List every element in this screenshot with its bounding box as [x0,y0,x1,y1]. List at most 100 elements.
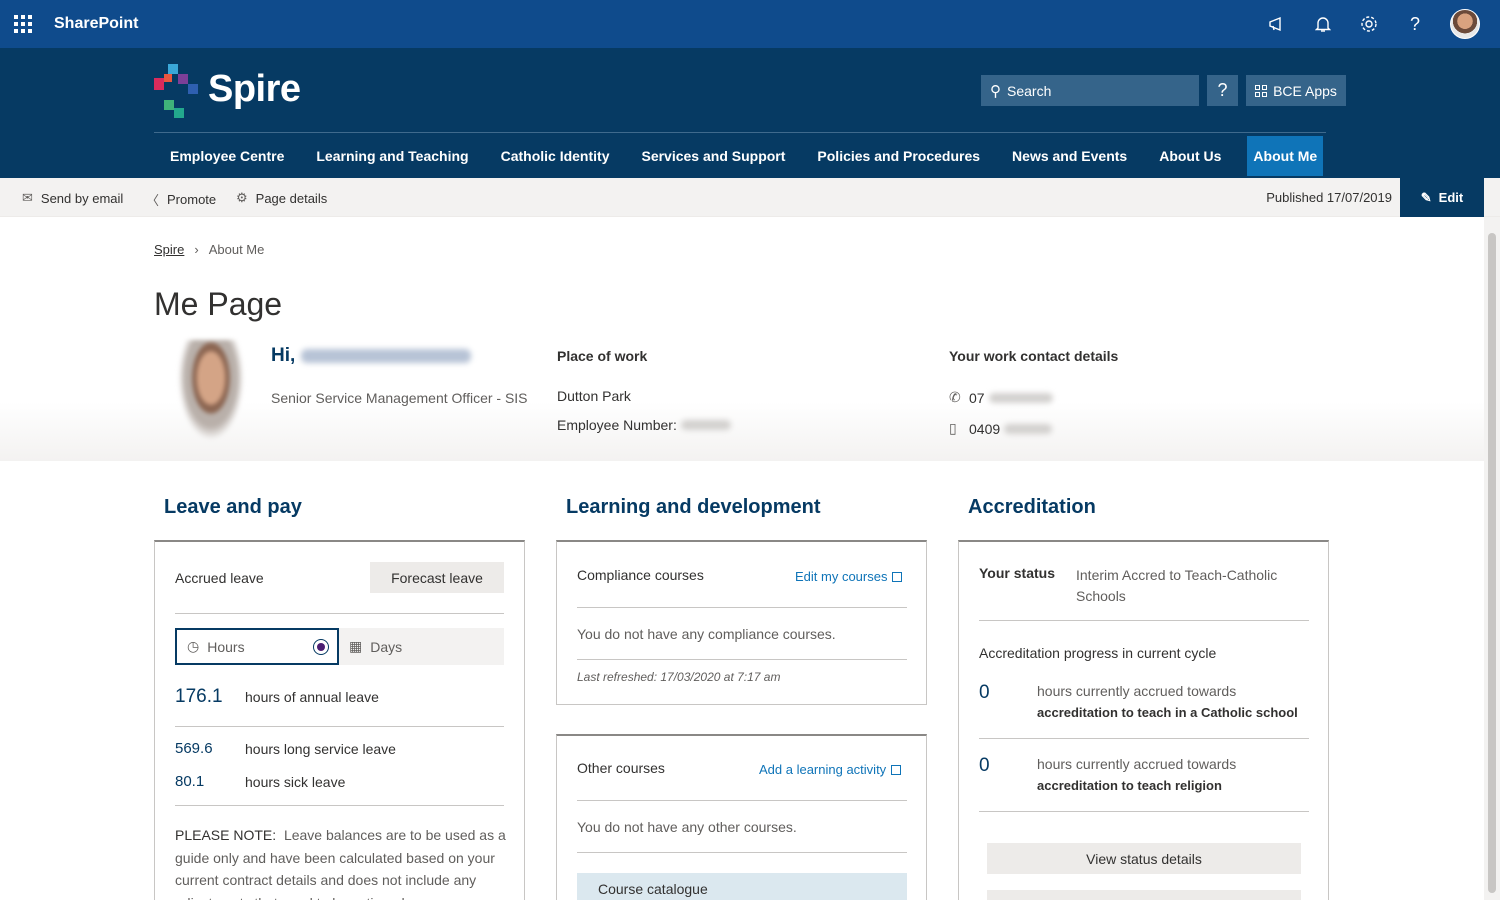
calendar-icon: ▦ [349,638,363,654]
pencil-icon: ✎ [1420,189,1432,205]
site-header: Spire ⚲ Search ? BCE Apps Employee Centr… [0,48,1500,178]
edit-my-courses-link[interactable]: Edit my courses [795,569,903,584]
course-catalogue-button[interactable]: Course catalogue [577,873,907,900]
help-button[interactable]: ? [1207,75,1238,106]
divider [979,738,1309,739]
secondary-button-partial[interactable] [987,890,1301,900]
header-divider [154,132,1326,133]
search-placeholder: Search [1007,82,1052,99]
employee-number-label: Employee Number: [557,417,677,433]
other-courses-heading: Other courses [577,760,665,776]
religion-line1: hours currently accrued towards [1037,756,1237,772]
redacted-mobile [1004,423,1053,434]
megaphone-icon[interactable] [1266,9,1288,39]
avatar[interactable] [1450,9,1480,39]
send-by-email-button[interactable]: ✉ Send by email [22,190,123,206]
profile-photo [178,340,244,440]
units-toggle: ◷ Hours ▦ Days [175,628,504,665]
greeting: Hi, [271,345,472,367]
divider [577,852,907,853]
nav-news-and-events[interactable]: News and Events [996,136,1143,176]
divider [577,607,907,608]
search-input[interactable]: ⚲ Search [981,75,1199,106]
megaphone-icon: 〈 [146,193,160,208]
hours-label: Hours [207,638,245,655]
nav-learning-and-teaching[interactable]: Learning and Teaching [300,136,484,176]
breadcrumb-spire[interactable]: Spire [154,242,184,257]
sick-leave-label: hours sick leave [245,774,346,790]
learning-title: Learning and development [566,496,821,518]
help-icon[interactable]: ? [1404,9,1426,39]
add-learning-activity-label: Add a learning activity [759,762,887,777]
leave-and-pay-title: Leave and pay [164,496,302,518]
page-title: Me Page [154,286,283,322]
annual-leave-label: hours of annual leave [245,689,379,705]
edit-button[interactable]: ✎ Edit [1400,178,1484,217]
redacted-employee-number [680,420,731,430]
command-bar: ✉ Send by email 〈 Promote ⚙ Page details… [0,178,1500,217]
divider [175,613,504,614]
divider [577,659,907,660]
days-option[interactable]: ▦ Days [349,628,402,665]
mail-icon: ✉ [22,190,33,205]
page-details-button[interactable]: ⚙ Page details [236,190,327,206]
nav-employee-centre[interactable]: Employee Centre [154,136,300,176]
note-label: PLEASE NOTE: [175,827,277,843]
hours-option[interactable]: ◷ Hours [175,628,339,665]
spire-logo-text[interactable]: Spire [208,68,301,111]
edit-label: Edit [1438,190,1464,205]
leave-note: PLEASE NOTE: Leave balances are to be us… [175,824,507,900]
top-navigation: Employee Centre Learning and Teaching Ca… [154,136,1324,176]
gear-icon: ⚙ [236,190,248,205]
divider [577,800,907,801]
bce-apps-label: BCE Apps [1273,82,1337,99]
page-details-label: Page details [255,190,328,206]
long-service-label: hours long service leave [245,741,396,757]
compliance-heading: Compliance courses [577,567,704,583]
other-courses-empty: You do not have any other courses. [577,819,797,835]
annual-leave-value: 176.1 [175,686,223,707]
sick-leave-value: 80.1 [175,773,205,790]
work-phone: ✆ 07 [949,389,1053,406]
spire-logo-icon[interactable] [154,64,202,118]
scroll-thumb[interactable] [1488,233,1496,893]
nav-about-us[interactable]: About Us [1143,136,1237,176]
progress-heading: Accreditation progress in current cycle [979,645,1217,661]
promote-button[interactable]: 〈 Promote [146,190,216,209]
scrollbar[interactable] [1484,217,1500,900]
your-status-label: Your status [979,565,1055,581]
divider [979,620,1309,621]
work-phone-prefix: 07 [969,389,985,406]
redacted-phone [988,392,1053,403]
accrued-leave-label: Accrued leave [175,570,264,586]
nav-catholic-identity[interactable]: Catholic Identity [485,136,626,176]
add-learning-activity-link[interactable]: Add a learning activity [759,762,902,777]
apps-grid-icon [1255,84,1268,97]
external-link-icon [892,571,903,582]
forecast-leave-button[interactable]: Forecast leave [370,562,504,593]
compliance-empty: You do not have any compliance courses. [577,626,836,642]
mobile-icon: ▯ [949,420,957,436]
days-label: Days [370,638,403,655]
catholic-school-line1: hours currently accrued towards [1037,683,1237,699]
search-icon: ⚲ [990,82,1001,100]
long-service-value: 569.6 [175,740,213,757]
catholic-school-line2: accreditation to teach in a Catholic sch… [1037,705,1298,720]
nav-policies-and-procedures[interactable]: Policies and Procedures [801,136,996,176]
mobile-phone: ▯ 0409 [949,420,1053,437]
status-value: Interim Accred to Teach-Catholic Schools [1076,567,1278,604]
view-status-details-button[interactable]: View status details [987,843,1301,874]
bce-apps-button[interactable]: BCE Apps [1246,75,1346,106]
nav-services-and-support[interactable]: Services and Support [625,136,801,176]
app-launcher-icon[interactable] [14,15,32,33]
clock-icon: ◷ [187,638,200,654]
gear-icon[interactable] [1358,9,1380,39]
hours-radio-selected[interactable] [313,639,329,655]
nav-about-me[interactable]: About Me [1247,136,1324,176]
suite-bar: SharePoint ? [0,0,1500,48]
bell-icon[interactable] [1312,9,1334,39]
divider [175,805,504,806]
divider [175,726,504,727]
last-refreshed: Last refreshed: 17/03/2020 at 7:17 am [577,670,781,684]
sharepoint-brand[interactable]: SharePoint [54,15,138,33]
